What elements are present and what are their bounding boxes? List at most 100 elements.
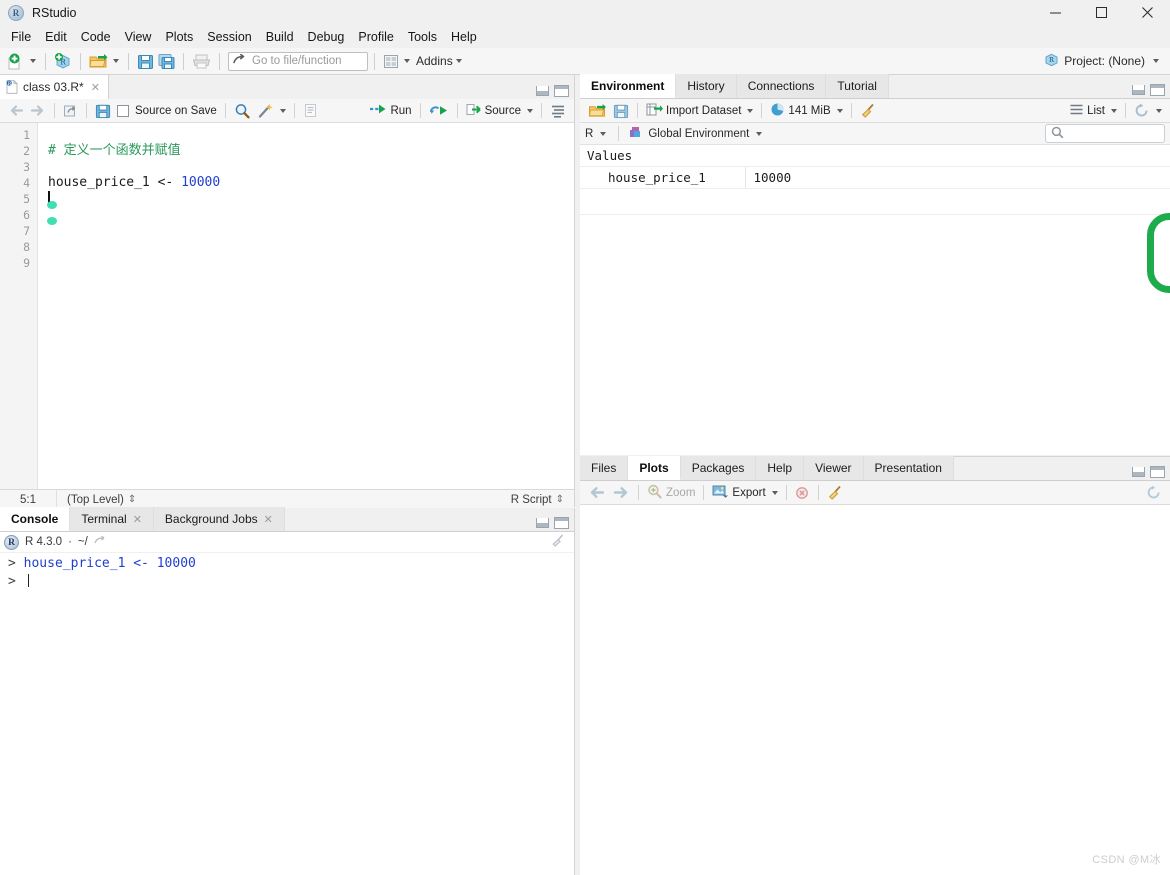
scope-dropdown-caret-icon[interactable] (756, 131, 763, 136)
rerun-icon[interactable] (426, 101, 452, 121)
menu-session[interactable]: Session (200, 28, 258, 47)
arrow-right-icon[interactable] (27, 101, 49, 121)
close-icon[interactable]: ✕ (264, 513, 273, 526)
console-input-line[interactable]: > (8, 573, 574, 591)
new-file-icon[interactable] (6, 51, 27, 72)
new-file-dropdown-caret-icon[interactable] (30, 59, 36, 63)
tab-history[interactable]: History (676, 74, 737, 98)
document-outline-icon[interactable] (547, 101, 569, 121)
tab-presentation[interactable]: Presentation (863, 456, 954, 480)
close-icon[interactable]: ✕ (91, 81, 100, 94)
code-tools-icon[interactable] (254, 101, 277, 121)
arrow-left-icon[interactable] (5, 101, 27, 121)
tab-packages[interactable]: Packages (680, 456, 757, 480)
code-lines[interactable]: # 定义一个函数并赋值 house_price_1 <- 10000 (38, 123, 574, 489)
view-mode-button[interactable]: List (1066, 101, 1108, 121)
export-dropdown-caret-icon[interactable] (771, 490, 778, 495)
tab-plots[interactable]: Plots (628, 456, 681, 480)
minimize-pane-icon[interactable] (1132, 85, 1145, 95)
goto-file-function-input[interactable]: Go to file/function (228, 51, 368, 71)
tab-terminal[interactable]: Terminal ✕ (70, 507, 154, 531)
workspace-panes-icon[interactable] (381, 51, 401, 72)
close-icon[interactable]: ✕ (133, 513, 142, 526)
zoom-button[interactable]: Zoom (644, 483, 698, 503)
memory-dropdown-caret-icon[interactable] (836, 108, 843, 113)
working-directory-label[interactable]: ~/ (78, 536, 88, 548)
minimize-pane-icon[interactable] (536, 518, 549, 528)
addins-dropdown-caret-icon[interactable] (455, 59, 462, 63)
show-in-new-window-icon[interactable] (60, 101, 81, 121)
environment-scope-selector[interactable]: Global Environment (628, 125, 765, 143)
popout-icon[interactable] (94, 535, 107, 549)
code-tools-dropdown-caret-icon[interactable] (279, 108, 286, 113)
tab-help[interactable]: Help (756, 456, 805, 480)
open-folder-icon[interactable] (585, 101, 610, 121)
memory-usage-button[interactable]: 141 MiB (767, 101, 833, 121)
import-dataset-button[interactable]: Import Dataset (643, 101, 744, 121)
maximize-pane-icon[interactable] (554, 85, 569, 97)
open-folder-icon[interactable] (87, 51, 110, 72)
menu-debug[interactable]: Debug (301, 28, 352, 47)
minimize-icon[interactable] (1032, 0, 1078, 26)
menu-plots[interactable]: Plots (158, 28, 200, 47)
source-button[interactable]: Source (463, 101, 524, 121)
tab-console[interactable]: Console (0, 507, 71, 531)
menu-build[interactable]: Build (259, 28, 301, 47)
minimize-pane-icon[interactable] (1132, 467, 1145, 477)
source-on-save-checkbox[interactable]: Source on Save (114, 101, 220, 121)
maximize-icon[interactable] (1078, 0, 1124, 26)
tab-connections[interactable]: Connections (736, 74, 827, 98)
menu-help[interactable]: Help (444, 28, 484, 47)
run-button[interactable]: Run (366, 101, 414, 121)
console-output[interactable]: > house_price_1 <- 10000 > (0, 553, 574, 871)
maximize-pane-icon[interactable] (554, 517, 569, 529)
export-button[interactable]: Export (709, 483, 768, 503)
arrow-right-icon[interactable] (609, 483, 633, 503)
language-dropdown-caret-icon[interactable] (600, 131, 607, 136)
refresh-icon[interactable] (1143, 483, 1165, 503)
menu-edit[interactable]: Edit (38, 28, 74, 47)
remove-plot-icon[interactable] (792, 483, 813, 503)
import-dataset-dropdown-caret-icon[interactable] (747, 108, 754, 113)
source-tab-class03[interactable]: R class 03.R* ✕ (0, 75, 109, 99)
compile-report-icon[interactable] (300, 101, 321, 121)
tab-environment[interactable]: Environment (580, 74, 677, 98)
tab-viewer[interactable]: Viewer (804, 456, 864, 480)
panes-dropdown-caret-icon[interactable] (404, 59, 410, 63)
maximize-pane-icon[interactable] (1150, 466, 1165, 478)
project-dropdown-caret-icon[interactable] (1153, 59, 1159, 63)
language-selector[interactable]: R (585, 128, 609, 140)
open-file-dropdown-caret-icon[interactable] (113, 59, 119, 63)
broom-icon[interactable] (857, 101, 880, 121)
broom-icon[interactable] (551, 533, 574, 551)
code-editor[interactable]: 1 2 3 4 5 6 7 8 9 # 定义一个函数并赋值 house_pric… (0, 123, 574, 489)
save-all-icon[interactable] (156, 51, 177, 72)
arrow-left-icon[interactable] (585, 483, 609, 503)
print-icon[interactable] (190, 51, 213, 72)
broom-icon[interactable] (824, 483, 847, 503)
menu-view[interactable]: View (118, 28, 159, 47)
project-selector[interactable]: R Project: (None) (1044, 53, 1164, 70)
menu-profile[interactable]: Profile (351, 28, 400, 47)
refresh-icon[interactable] (1131, 101, 1153, 121)
save-icon[interactable] (135, 51, 156, 72)
view-mode-dropdown-caret-icon[interactable] (1111, 108, 1117, 113)
save-icon[interactable] (610, 101, 632, 121)
close-icon[interactable] (1124, 0, 1170, 26)
refresh-dropdown-caret-icon[interactable] (1156, 108, 1162, 113)
tab-tutorial[interactable]: Tutorial (826, 74, 889, 98)
source-dropdown-caret-icon[interactable] (527, 108, 533, 113)
maximize-pane-icon[interactable] (1150, 84, 1165, 96)
new-project-icon[interactable]: R (52, 51, 74, 72)
addins-label[interactable]: Addins (416, 54, 453, 68)
menu-code[interactable]: Code (74, 28, 118, 47)
table-row[interactable]: house_price_1 10000 (580, 166, 1170, 189)
minimize-pane-icon[interactable] (536, 86, 549, 96)
menu-file[interactable]: File (4, 28, 38, 47)
tab-background-jobs[interactable]: Background Jobs ✕ (153, 507, 285, 531)
environment-search-input[interactable] (1045, 124, 1165, 143)
environment-variable-list[interactable]: Values house_price_1 10000 (580, 145, 1170, 215)
tab-files[interactable]: Files (580, 456, 629, 480)
menu-tools[interactable]: Tools (401, 28, 444, 47)
save-icon[interactable] (92, 101, 114, 121)
